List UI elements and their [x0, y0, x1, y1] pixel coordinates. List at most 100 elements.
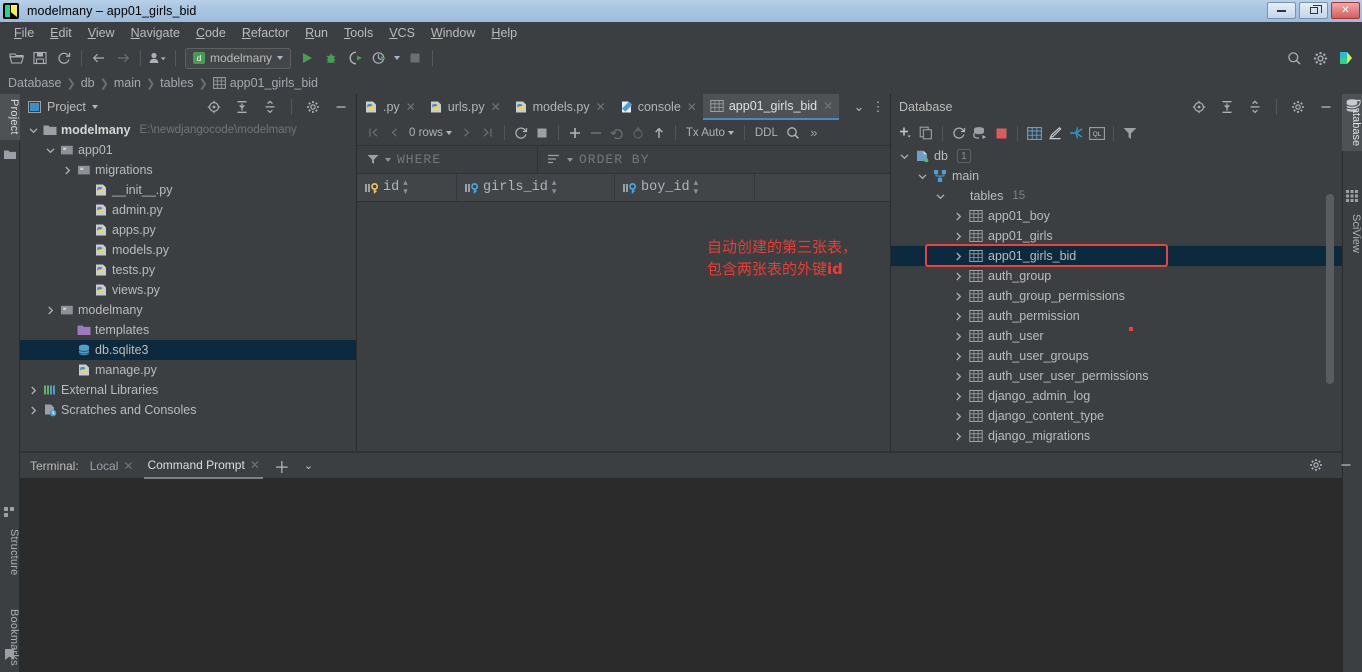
- chevron-right-icon[interactable]: [953, 331, 964, 342]
- project-tree-item[interactable]: views.py: [20, 280, 357, 300]
- user-profile-icon[interactable]: [146, 47, 170, 69]
- reload-icon[interactable]: [511, 123, 531, 143]
- refresh-icon[interactable]: [52, 47, 76, 69]
- menu-navigate[interactable]: Navigate: [123, 24, 188, 42]
- close-icon[interactable]: ✕: [687, 100, 697, 114]
- database-tree-item[interactable]: auth_group: [891, 266, 1343, 286]
- locate-icon[interactable]: [1187, 96, 1211, 118]
- chevron-down-icon[interactable]: ⌄: [301, 453, 316, 479]
- menu-refactor[interactable]: Refactor: [234, 24, 297, 42]
- project-tree-item[interactable]: modelmany E:\newdjangocode\modelmany: [20, 120, 357, 140]
- hide-icon[interactable]: [329, 96, 353, 118]
- project-tree-item[interactable]: models.py: [20, 240, 357, 260]
- close-icon[interactable]: ✕: [491, 100, 501, 114]
- project-tree-item[interactable]: External Libraries: [20, 380, 357, 400]
- where-filter[interactable]: WHERE: [357, 146, 537, 173]
- gear-icon[interactable]: [301, 96, 325, 118]
- sync-data-sources-icon[interactable]: [970, 123, 990, 143]
- restore-icon[interactable]: [1299, 2, 1328, 19]
- expand-all-icon[interactable]: [1215, 96, 1239, 118]
- chevron-right-icon[interactable]: [953, 271, 964, 282]
- chevron-right-icon[interactable]: [953, 211, 964, 222]
- quick-look-icon[interactable]: QL: [1087, 123, 1107, 143]
- plus-icon[interactable]: ＋: [271, 453, 293, 479]
- collapse-all-icon[interactable]: [1243, 96, 1267, 118]
- save-icon[interactable]: [28, 47, 52, 69]
- copy-icon[interactable]: [916, 123, 936, 143]
- database-tree-item[interactable]: app01_girls_bid: [891, 244, 1343, 267]
- edit-pencil-icon[interactable]: [1045, 123, 1065, 143]
- close-icon[interactable]: ✕: [406, 100, 416, 114]
- database-tree-item[interactable]: app01_boy: [891, 206, 1343, 226]
- order-by-filter[interactable]: ORDER BY: [537, 146, 890, 173]
- chevron-right-icon[interactable]: [28, 385, 39, 396]
- sort-toggle-icon[interactable]: ▴ ▾: [403, 178, 408, 197]
- data-grid-column-header[interactable]: girls_id ▴ ▾: [457, 174, 615, 201]
- project-tree-item[interactable]: app01: [20, 140, 357, 160]
- run-play-icon[interactable]: [295, 47, 319, 69]
- sidebar-item-sciview[interactable]: SciView: [1342, 209, 1362, 258]
- chevron-right-icon[interactable]: [953, 251, 964, 262]
- menu-code[interactable]: Code: [188, 24, 234, 42]
- next-page-icon[interactable]: [457, 123, 477, 143]
- chevron-right-icon[interactable]: [953, 291, 964, 302]
- database-tree-item[interactable]: auth_permission: [891, 306, 1343, 326]
- chevron-down-icon[interactable]: [28, 125, 39, 136]
- chevron-down-icon[interactable]: [45, 145, 56, 156]
- terminal-tab-local[interactable]: Local ✕: [87, 453, 137, 479]
- jump-to-console-icon[interactable]: [1066, 123, 1086, 143]
- editor-tab[interactable]: app01_girls_bid ✕: [702, 94, 840, 120]
- menu-view[interactable]: View: [80, 24, 123, 42]
- arrow-right-icon[interactable]: [111, 47, 135, 69]
- stop-icon[interactable]: [991, 123, 1011, 143]
- project-tree-item[interactable]: modelmany: [20, 300, 357, 320]
- menu-edit[interactable]: Edit: [42, 24, 80, 42]
- breadcrumb-item-main[interactable]: main: [114, 76, 141, 90]
- chevron-right-icon[interactable]: [953, 391, 964, 402]
- menu-vcs[interactable]: VCS: [381, 24, 423, 42]
- refresh-icon[interactable]: [949, 123, 969, 143]
- close-icon[interactable]: ✕: [596, 100, 606, 114]
- open-folder-icon[interactable]: [4, 47, 28, 69]
- database-tree-item[interactable]: tables 15: [891, 186, 1343, 206]
- breadcrumb-item-table[interactable]: app01_girls_bid: [212, 76, 318, 90]
- breadcrumb-item-database[interactable]: Database: [8, 76, 62, 90]
- run-configuration-selector[interactable]: d modelmany: [185, 47, 292, 69]
- profiler-icon[interactable]: [367, 47, 391, 69]
- chevron-right-icon[interactable]: [45, 305, 56, 316]
- terminal-tab-command-prompt[interactable]: Command Prompt ✕: [144, 453, 263, 479]
- expand-all-icon[interactable]: [230, 96, 254, 118]
- database-tree-item[interactable]: auth_user: [891, 326, 1343, 346]
- more-vertical-icon[interactable]: ⋮: [870, 96, 886, 118]
- search-icon[interactable]: [1282, 47, 1306, 69]
- data-grid-column-header[interactable]: boy_id ▴ ▾: [615, 174, 755, 201]
- editor-tab[interactable]: console ✕: [612, 94, 703, 120]
- project-tree-item[interactable]: Scratches and Consoles: [20, 400, 357, 420]
- editor-tab[interactable]: urls.py ✕: [422, 94, 507, 120]
- revert-icon[interactable]: [607, 123, 627, 143]
- menu-run[interactable]: Run: [297, 24, 336, 42]
- run-coverage-icon[interactable]: [343, 47, 367, 69]
- prev-page-icon[interactable]: [384, 123, 404, 143]
- project-tree-item[interactable]: apps.py: [20, 220, 357, 240]
- breadcrumb-item-tables[interactable]: tables: [160, 76, 193, 90]
- sidebar-item-project[interactable]: Project: [0, 94, 20, 140]
- filter-icon[interactable]: [1120, 123, 1140, 143]
- project-tree-item[interactable]: templates: [20, 320, 357, 340]
- stop-icon[interactable]: [532, 123, 552, 143]
- table-editor-icon[interactable]: [1024, 123, 1044, 143]
- hide-icon[interactable]: [1334, 454, 1358, 476]
- project-tree-item[interactable]: db.sqlite3: [20, 340, 357, 360]
- ddl-button[interactable]: DDL: [751, 127, 782, 139]
- gear-icon[interactable]: [1308, 47, 1332, 69]
- search-icon[interactable]: [783, 123, 803, 143]
- menu-file[interactable]: FFileile: [6, 24, 42, 42]
- editor-tab[interactable]: .py ✕: [357, 94, 422, 120]
- project-tree-item[interactable]: manage.py: [20, 360, 357, 380]
- project-tree-item[interactable]: tests.py: [20, 260, 357, 280]
- row-count-selector[interactable]: 0 rows: [405, 127, 456, 139]
- close-icon[interactable]: ✕: [123, 459, 133, 473]
- data-grid-column-header[interactable]: id ▴ ▾: [357, 174, 457, 201]
- chevron-right-icon[interactable]: [62, 165, 73, 176]
- last-page-icon[interactable]: [478, 123, 498, 143]
